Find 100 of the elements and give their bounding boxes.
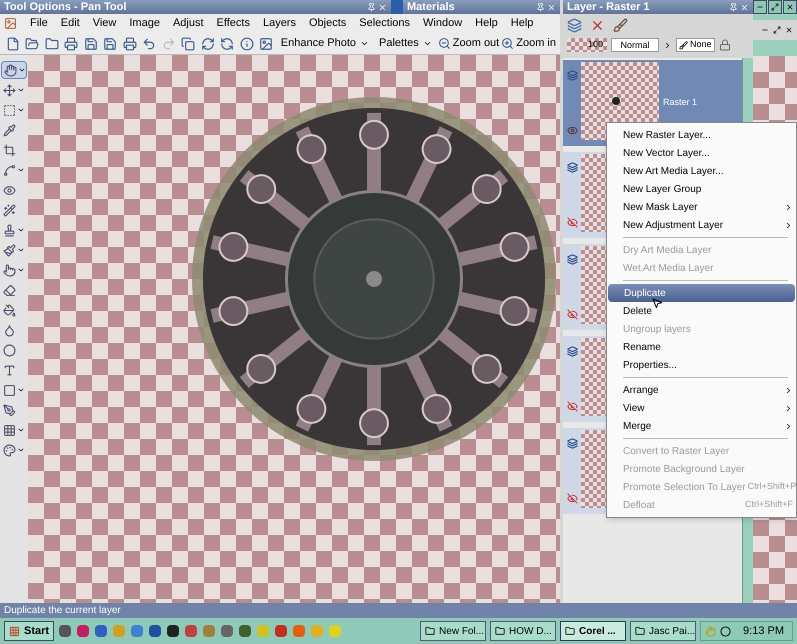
new-layer-icon[interactable] xyxy=(567,18,582,32)
eyedropper-icon xyxy=(3,124,16,136)
caret-icon xyxy=(17,426,25,434)
layer-icon xyxy=(566,254,578,265)
zoom-in-icon xyxy=(501,37,514,50)
menu-item[interactable]: New Layer Group xyxy=(607,180,796,198)
menu-item[interactable]: Arrange xyxy=(607,381,796,399)
taskbar-button[interactable]: Corel ... xyxy=(560,621,626,641)
menu-item[interactable]: Merge xyxy=(607,417,796,435)
panel-title: Layer - Raster 1 xyxy=(567,2,650,12)
menu-item[interactable]: Objects xyxy=(308,18,346,29)
menu-item[interactable]: Delete xyxy=(607,302,796,320)
palettes-button[interactable]: Palettes xyxy=(375,35,436,52)
app-icon[interactable] xyxy=(167,625,180,637)
taskbar-button[interactable]: New Fol... xyxy=(420,621,486,641)
curve-icon xyxy=(3,164,16,176)
brush-icon[interactable] xyxy=(613,18,628,32)
folder-icon xyxy=(495,626,506,636)
hand-icon xyxy=(4,64,17,76)
taskbar-button[interactable]: HOW D... xyxy=(490,621,556,641)
palette-icon xyxy=(3,444,16,456)
caret-icon xyxy=(17,86,25,94)
grid-icon xyxy=(3,424,16,436)
menu-item[interactable]: Rename xyxy=(607,338,796,356)
menu-item[interactable]: View xyxy=(607,399,796,417)
eye-icon[interactable] xyxy=(566,125,578,136)
clock: 9:13 PM xyxy=(743,624,784,639)
enhance-photo-button[interactable]: Enhance Photo xyxy=(276,35,374,52)
eye-icon xyxy=(3,184,16,196)
menu-item[interactable]: New Mask Layer xyxy=(607,198,796,216)
layer-name: Raster 1 xyxy=(663,96,698,110)
rectangle-icon xyxy=(3,384,16,396)
close-icon xyxy=(786,3,794,11)
zoom-out-icon xyxy=(438,37,451,50)
menu-item[interactable]: File xyxy=(30,18,48,29)
menu-item[interactable]: Help xyxy=(475,18,498,29)
menu-item[interactable]: Image xyxy=(129,18,160,29)
status-text: Duplicate the current layer xyxy=(4,604,121,618)
menu-item[interactable]: Layers xyxy=(262,18,296,29)
menu-item[interactable]: Effects xyxy=(216,18,250,29)
close-button[interactable] xyxy=(783,0,797,14)
menu-item[interactable]: Window xyxy=(423,18,462,29)
lock-icon[interactable] xyxy=(718,39,731,51)
layer-icon xyxy=(566,162,578,173)
paint-bucket-icon xyxy=(3,304,16,316)
mouse-cursor-icon xyxy=(651,297,663,309)
pin-icon[interactable] xyxy=(729,2,738,12)
menu-item[interactable]: View xyxy=(92,18,116,29)
pen-icon xyxy=(3,404,16,416)
restore-icon[interactable] xyxy=(773,26,781,34)
wand-icon xyxy=(3,204,16,216)
app-icon[interactable] xyxy=(149,625,162,637)
start-button[interactable]: Start xyxy=(4,621,54,641)
hidden-eye-icon[interactable] xyxy=(566,217,578,228)
layer-icon xyxy=(566,346,578,357)
menu-item[interactable]: Adjust xyxy=(172,18,204,29)
selection-icon xyxy=(3,104,16,116)
menu-item[interactable]: New Adjustment Layer xyxy=(607,216,796,234)
ellipse-icon xyxy=(3,344,16,356)
crop-icon xyxy=(3,144,16,156)
folder-icon xyxy=(425,626,436,636)
caret-icon xyxy=(18,66,26,74)
caret-icon xyxy=(17,246,25,254)
hand-tool[interactable] xyxy=(1,61,27,79)
stamp-icon xyxy=(3,224,16,236)
minimize-button[interactable] xyxy=(753,0,767,14)
opacity-field[interactable]: 100 xyxy=(567,38,607,52)
blend-mode-field[interactable]: Normal xyxy=(611,38,659,52)
hidden-eye-icon[interactable] xyxy=(566,493,578,504)
taskbar-button[interactable]: Jasc Pai... xyxy=(630,621,696,641)
restore-icon xyxy=(771,3,779,11)
layer-icon xyxy=(566,70,578,81)
menu-item[interactable]: Properties... xyxy=(607,356,796,374)
app-icon[interactable] xyxy=(59,625,72,637)
circle-icon[interactable] xyxy=(720,626,732,636)
restore-button[interactable] xyxy=(768,0,782,14)
caret-icon xyxy=(17,446,25,454)
pointer-icon xyxy=(3,264,16,276)
mask-field[interactable]: None xyxy=(676,38,715,52)
hidden-eye-icon[interactable] xyxy=(566,309,578,320)
menu-item[interactable]: Duplicate xyxy=(608,284,795,302)
move-icon xyxy=(3,84,16,96)
menu-item[interactable]: Selections xyxy=(359,18,410,29)
zoom-in-button[interactable]: Zoom in xyxy=(501,35,556,52)
app-icon[interactable] xyxy=(239,625,252,637)
pin-icon[interactable] xyxy=(536,2,545,12)
zoom-out-button[interactable]: Zoom out xyxy=(438,35,500,52)
layer-icon xyxy=(566,438,578,449)
menu-item[interactable]: Help xyxy=(510,18,534,29)
windows-logo-icon xyxy=(9,626,20,636)
caret-icon xyxy=(17,166,25,174)
app-icon xyxy=(4,17,17,30)
close-icon[interactable] xyxy=(785,26,793,34)
hidden-eye-icon[interactable] xyxy=(566,401,578,412)
pin-icon[interactable] xyxy=(367,2,376,12)
menu-item[interactable]: Edit xyxy=(60,18,80,29)
menu-item[interactable]: New Art Media Layer... xyxy=(607,162,796,180)
caret-icon xyxy=(17,386,25,394)
panel-title: Materials xyxy=(407,2,455,12)
menu-item[interactable]: New Vector Layer... xyxy=(607,144,796,162)
